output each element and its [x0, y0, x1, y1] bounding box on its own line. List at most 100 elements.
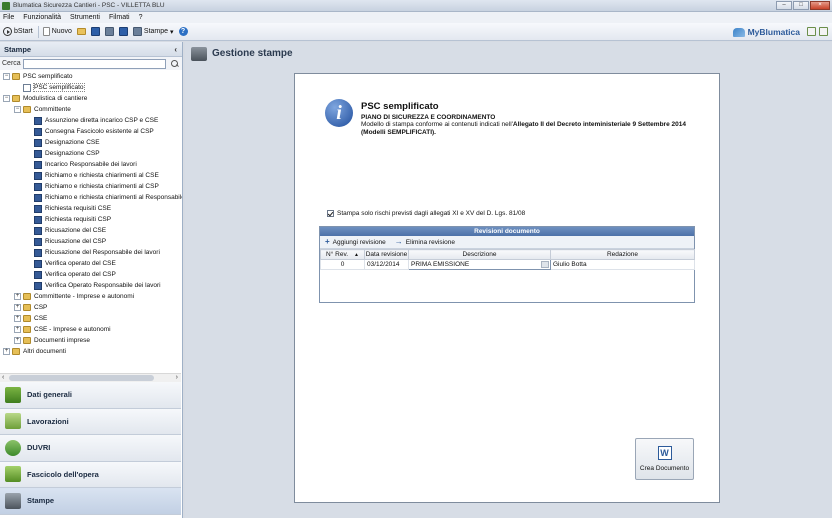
tree-node[interactable]: Richiesta requisiti CSP [0, 214, 182, 225]
close-button[interactable]: × [810, 1, 830, 10]
tree-node[interactable]: + CSP [0, 302, 182, 313]
collapse-tree-icon[interactable]: − [14, 106, 21, 113]
cell-author[interactable]: Giulio Botta [550, 259, 695, 270]
collapse-icon[interactable]: ‹ [174, 45, 177, 54]
menu-file[interactable]: File [3, 14, 14, 21]
menu-help[interactable]: ? [139, 14, 143, 21]
folder-icon [23, 304, 31, 311]
expand-icon[interactable]: + [14, 293, 21, 300]
myblumatica-link[interactable]: MyBlumatica [732, 27, 800, 37]
nav-section-duvri[interactable]: DUVRI [0, 435, 181, 462]
add-revision-button[interactable]: + Aggiungi revisione [325, 238, 386, 246]
menu-funzionalita[interactable]: Funzionalità [23, 14, 61, 21]
table-row[interactable]: 0 03/12/2014 PRIMA EMISSIONE Giulio Bott… [320, 259, 695, 270]
tree-node-label: Verifica operato del CSP [45, 271, 116, 278]
tree-node[interactable]: Consegna Fascicolo esistente al CSP [0, 126, 182, 137]
edit-icon[interactable] [807, 27, 816, 36]
tool-button[interactable] [104, 27, 114, 36]
tree-node[interactable]: Richiamo e richiesta chiarimenti al CSE [0, 170, 182, 181]
open-button[interactable] [76, 28, 86, 35]
tree-node[interactable]: + Committente - Imprese e autonomi [0, 291, 182, 302]
expand-icon[interactable]: + [14, 337, 21, 344]
tree-node-label: CSE - Imprese e autonomi [34, 326, 111, 333]
print-icon [132, 27, 142, 36]
tree-node[interactable]: Richiamo e richiesta chiarimenti al Resp… [0, 192, 182, 203]
delete-revision-button[interactable]: → Elimina revisione [395, 238, 455, 246]
search-icon[interactable] [168, 59, 180, 69]
cell-rev[interactable]: 0 [320, 259, 365, 270]
scroll-right-icon[interactable]: › [176, 374, 178, 382]
tree-node[interactable]: Verifica Operato Responsabile dei lavori [0, 280, 182, 291]
print-menu-button[interactable]: Stampe ▾ [132, 27, 174, 36]
tree-node[interactable]: + CSE - Imprese e autonomi [0, 324, 182, 335]
save-as-button[interactable] [118, 27, 128, 36]
tree-node[interactable]: − Modulistica di cantiere [0, 93, 182, 104]
bstart-button[interactable]: bStart [3, 27, 33, 36]
tree-node[interactable]: Ricusazione del CSE [0, 225, 182, 236]
save-button[interactable] [90, 27, 100, 36]
tree-node[interactable]: Richiamo e richiesta chiarimenti al CSP [0, 181, 182, 192]
tree-node-label: Ricusazione del Responsabile dei lavori [45, 249, 160, 256]
search-input[interactable] [22, 58, 166, 69]
horizontal-scrollbar[interactable]: ‹ › [0, 373, 181, 382]
expand-icon[interactable]: + [14, 315, 21, 322]
folder-icon [23, 337, 31, 344]
document-icon [34, 237, 42, 246]
menu-strumenti[interactable]: Strumenti [70, 14, 100, 21]
exit-icon[interactable] [819, 27, 828, 36]
tree-node[interactable]: Verifica operato del CSE [0, 258, 182, 269]
document-icon [34, 116, 42, 125]
collapse-tree-icon[interactable]: − [3, 73, 10, 80]
new-button[interactable]: Nuovo [42, 27, 72, 36]
nav-section-stampe[interactable]: Stampe [0, 488, 181, 515]
ellipsis-button[interactable] [541, 261, 549, 268]
word-document-icon: W [657, 446, 672, 460]
expand-icon[interactable]: + [14, 326, 21, 333]
menu-filmati[interactable]: Filmati [109, 14, 130, 21]
tree-node[interactable]: Ricusazione del CSP [0, 236, 182, 247]
document-icon [34, 248, 42, 257]
collapse-tree-icon[interactable]: − [3, 95, 10, 102]
tree-node[interactable]: + Documenti imprese [0, 335, 182, 346]
print-tree: − PSC semplificato PSC semplificato − Moduli… [0, 70, 182, 375]
tree-node[interactable]: + Altri documenti [0, 346, 182, 357]
column-header-rev[interactable]: N° Rev. ▲ [320, 249, 365, 260]
tree-node[interactable]: Ricusazione del Responsabile dei lavori [0, 247, 182, 258]
print-label: Stampe [143, 28, 169, 35]
column-header-description[interactable]: Descrizione [408, 249, 551, 260]
create-document-button[interactable]: W Crea Documento [635, 438, 694, 480]
cell-date[interactable]: 03/12/2014 [364, 259, 409, 270]
scroll-thumb[interactable] [9, 375, 154, 381]
tree-node-label: Ricusazione del CSE [45, 227, 107, 234]
rischi-checkbox[interactable] [327, 210, 334, 217]
tree-node[interactable]: + CSE [0, 313, 182, 324]
tree-node[interactable]: Richiesta requisiti CSE [0, 203, 182, 214]
main-area: Gestione stampe i PSC semplificato PIANO… [185, 42, 832, 518]
rischi-checkbox-row[interactable]: Stampa solo rischi previsti dagli allega… [327, 210, 525, 217]
scroll-left-icon[interactable]: ‹ [2, 374, 4, 382]
nav-section-lavorazioni[interactable]: Lavorazioni [0, 408, 181, 435]
tree-node-label: Richiesta requisiti CSE [45, 205, 112, 212]
minimize-button[interactable]: – [776, 1, 792, 10]
tree-node[interactable]: Assunzione diretta incarico CSP e CSE [0, 115, 182, 126]
expand-icon[interactable]: + [3, 348, 10, 355]
expand-icon[interactable]: + [14, 304, 21, 311]
tree-node[interactable]: Incarico Responsabile dei lavori [0, 159, 182, 170]
maximize-button[interactable]: □ [793, 1, 809, 10]
tree-node[interactable]: Designazione CSE [0, 137, 182, 148]
nav-section-dati-generali[interactable]: Dati generali [0, 382, 181, 409]
column-header-date[interactable]: Data revisione [364, 249, 409, 260]
tree-node[interactable]: − PSC semplificato [0, 71, 182, 82]
document-icon [23, 83, 31, 92]
tree-node[interactable]: Verifica operato del CSP [0, 269, 182, 280]
cell-description-editor[interactable]: PRIMA EMISSIONE [408, 259, 551, 270]
tree-node[interactable]: PSC semplificato [0, 82, 182, 93]
help-button[interactable]: ? [178, 27, 188, 36]
nav-section-fascicolo-opera[interactable]: Fascicolo dell'opera [0, 461, 181, 488]
tree-node[interactable]: Designazione CSP [0, 148, 182, 159]
window-title: Blumatica Sicurezza Cantieri - PSC - VIL… [13, 2, 165, 9]
tree-node[interactable]: − Committente [0, 104, 182, 115]
column-header-author[interactable]: Redazione [550, 249, 695, 260]
